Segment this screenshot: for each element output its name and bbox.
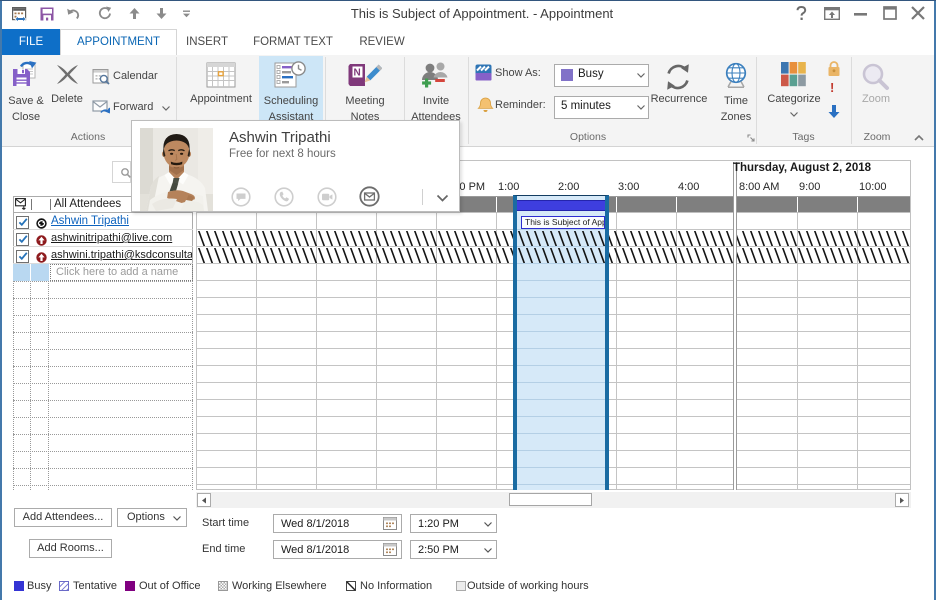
- svg-text:N: N: [354, 68, 361, 79]
